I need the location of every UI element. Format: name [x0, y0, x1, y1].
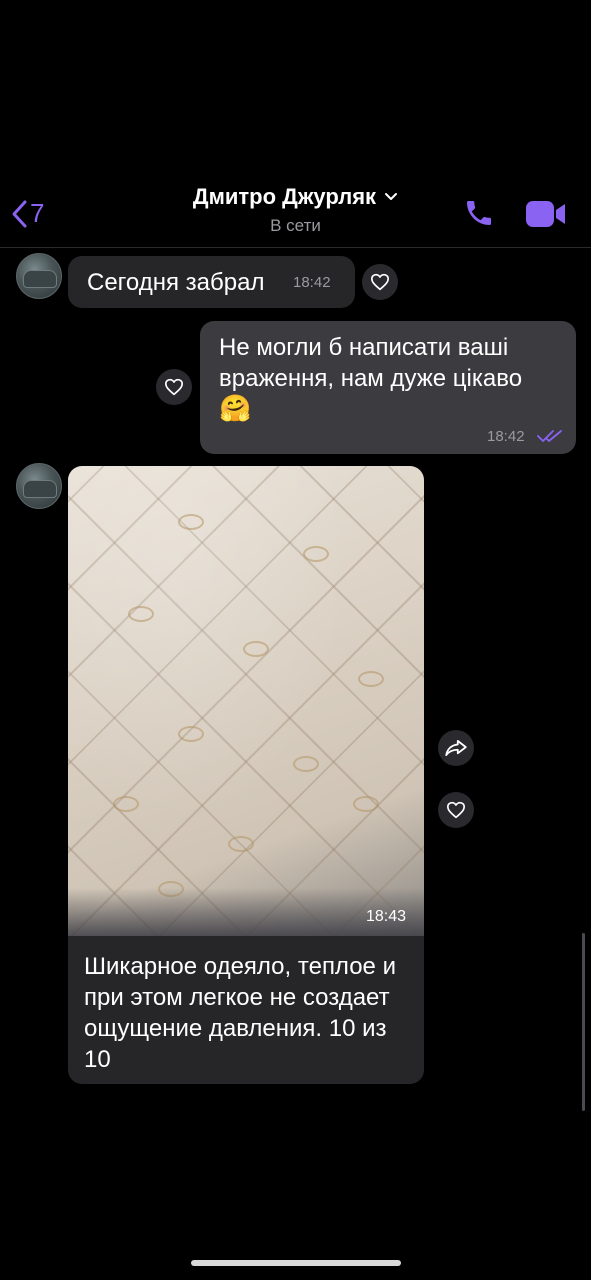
quilt-motif	[178, 514, 204, 530]
quilt-motif	[303, 546, 329, 562]
quilt-motif	[128, 606, 154, 622]
video-call-button[interactable]	[525, 199, 567, 234]
contact-name: Дмитро Джурляк	[192, 184, 377, 209]
header-divider	[0, 247, 591, 248]
message-time: 18:42	[487, 428, 525, 445]
message-bubble-incoming[interactable]: Сегодня забрал 18:42	[68, 256, 355, 308]
quilt-motif	[243, 641, 269, 657]
chat-header: 7 Дмитро Джурляк В сети	[0, 0, 591, 248]
message-emoji: 🤗	[219, 393, 252, 423]
quilt-motif	[293, 756, 319, 772]
quilt-motif	[353, 796, 379, 812]
quilt-motif	[228, 836, 254, 852]
chevron-down-icon	[385, 193, 398, 200]
home-indicator[interactable]	[191, 1260, 401, 1266]
message-bubble-outgoing[interactable]: Не могли б написати ваші враження, нам д…	[200, 321, 576, 454]
message-bubble-incoming[interactable]: Шикарное одеяло, теплое и при этом легко…	[68, 936, 424, 1084]
avatar[interactable]	[16, 253, 62, 299]
photo-time: 18:43	[365, 908, 406, 925]
like-button[interactable]	[362, 264, 398, 300]
quilt-motif	[178, 726, 204, 742]
share-button[interactable]	[438, 730, 474, 766]
message-text: Шикарное одеяло, теплое и при этом легко…	[84, 953, 396, 1073]
call-button[interactable]	[463, 197, 495, 234]
share-icon	[445, 740, 467, 756]
message-photo[interactable]: 18:43	[68, 466, 424, 936]
read-checkmarks-icon	[537, 430, 562, 442]
quilt-motif	[358, 671, 384, 687]
contact-info[interactable]: Дмитро Джурляк В сети	[0, 184, 591, 236]
message-text: Не могли б написати ваші враження, нам д…	[219, 334, 523, 392]
contact-status: В сети	[270, 216, 321, 235]
video-camera-icon	[526, 201, 565, 227]
heart-icon	[165, 378, 183, 396]
heart-icon	[371, 273, 389, 291]
scrollbar[interactable]	[582, 933, 585, 1111]
avatar[interactable]	[16, 463, 62, 509]
like-button[interactable]	[438, 792, 474, 828]
quilt-motif	[113, 796, 139, 812]
phone-icon	[467, 201, 491, 225]
like-button[interactable]	[156, 369, 192, 405]
message-time: 18:42	[293, 274, 331, 291]
message-text: Сегодня забрал	[87, 269, 265, 296]
heart-icon	[447, 801, 465, 819]
